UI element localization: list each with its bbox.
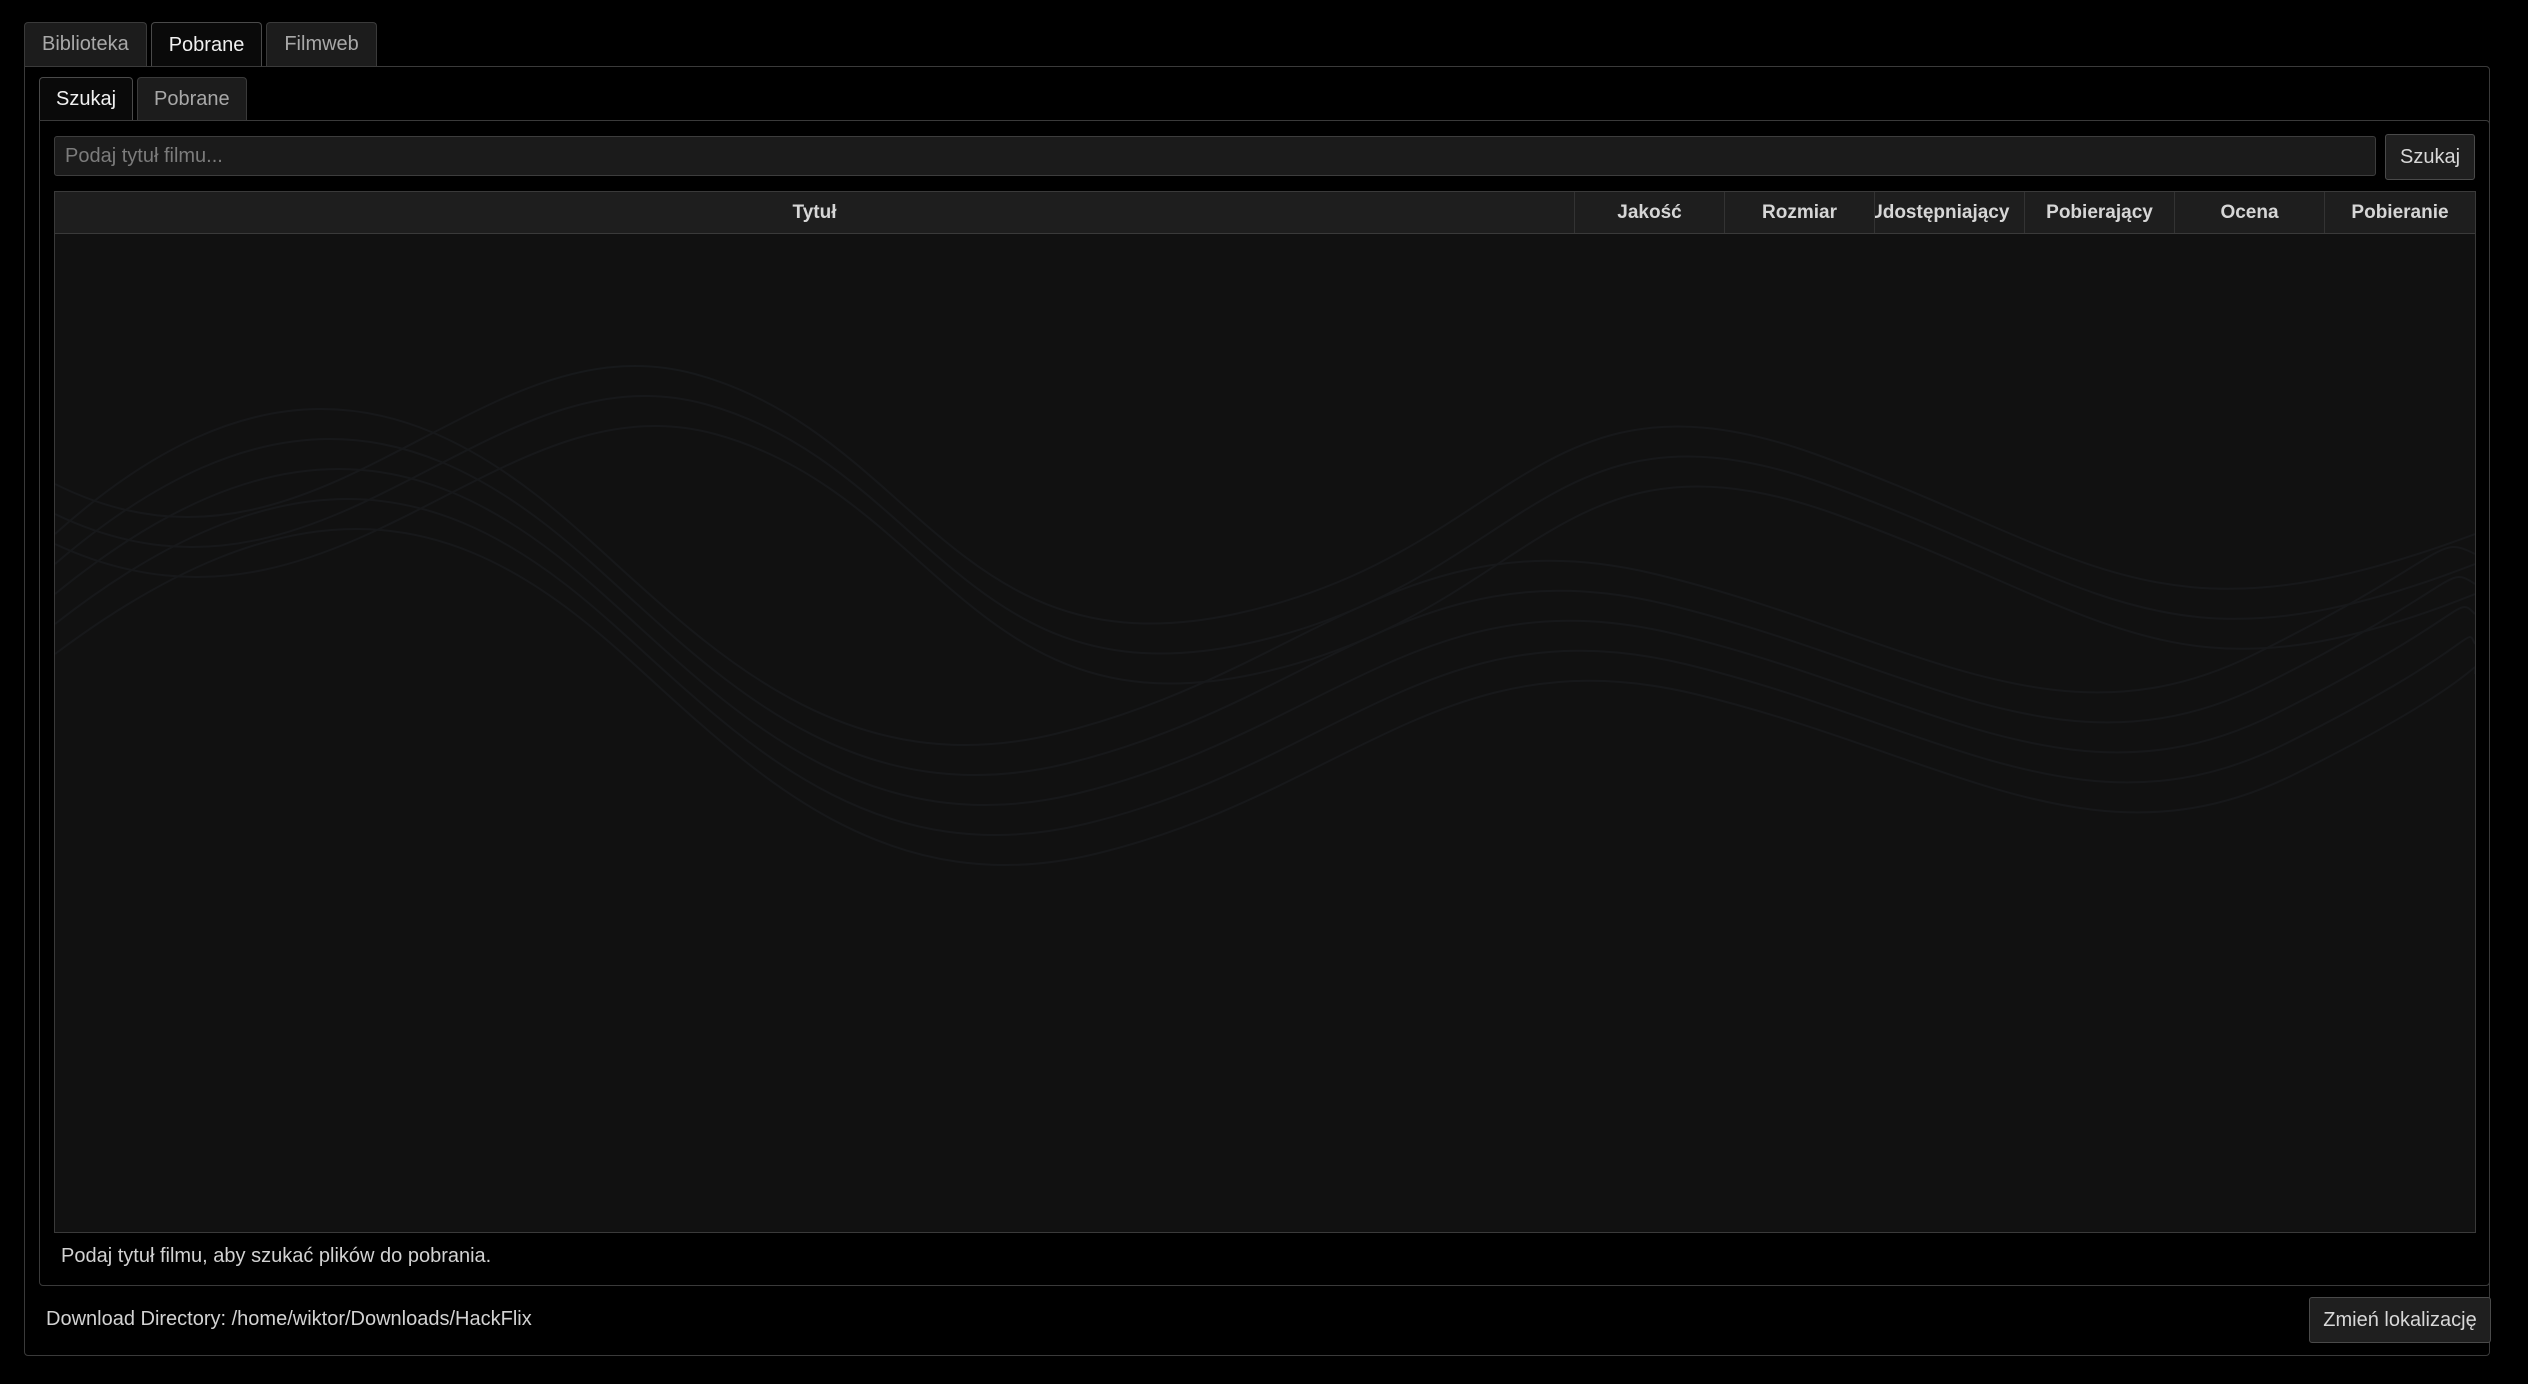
- column-header-leechers[interactable]: Pobierający: [2025, 192, 2175, 233]
- subtab-szukaj[interactable]: Szukaj: [39, 77, 134, 121]
- column-header-size[interactable]: Rozmiar: [1725, 192, 1875, 233]
- search-button[interactable]: Szukaj: [2385, 134, 2475, 180]
- search-input[interactable]: [54, 136, 2376, 176]
- column-header-rating[interactable]: Ocena: [2175, 192, 2325, 233]
- change-location-button[interactable]: Zmień lokalizację: [2309, 1297, 2491, 1343]
- results-table[interactable]: Tytuł Jakość Rozmiar Udostępniający Pobi…: [54, 191, 2476, 1233]
- download-directory-label: Download Directory: /home/wiktor/Downloa…: [46, 1308, 532, 1330]
- table-header: Tytuł Jakość Rozmiar Udostępniający Pobi…: [55, 192, 2475, 234]
- subtab-pobrane[interactable]: Pobrane: [137, 77, 247, 120]
- tab-pobrane[interactable]: Pobrane: [150, 22, 263, 67]
- tab-biblioteka[interactable]: Biblioteka: [24, 22, 147, 66]
- main-tab-bar: Biblioteka Pobrane Filmweb: [24, 22, 377, 67]
- table-body-empty: [55, 234, 2475, 1232]
- status-message: Podaj tytuł filmu, aby szukać plików do …: [61, 1245, 492, 1267]
- tab-filmweb[interactable]: Filmweb: [266, 22, 377, 66]
- column-header-title[interactable]: Tytuł: [55, 192, 1575, 233]
- sub-tab-bar: Szukaj Pobrane: [39, 77, 247, 121]
- column-header-quality[interactable]: Jakość: [1575, 192, 1725, 233]
- column-header-seeders[interactable]: Udostępniający: [1875, 192, 2025, 233]
- column-header-download[interactable]: Pobieranie: [2325, 192, 2475, 233]
- background-wave-pattern: [55, 365, 2475, 866]
- app-window: Biblioteka Pobrane Filmweb Szukaj Pobran…: [0, 0, 2528, 1384]
